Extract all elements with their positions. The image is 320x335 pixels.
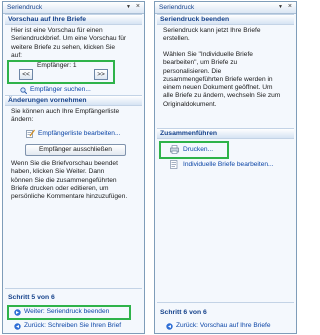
step-label: Schritt 5 von 6 — [8, 294, 55, 301]
next-recipient-button[interactable]: >> — [94, 69, 108, 80]
section-title-preview: Vorschau auf Ihre Briefe — [5, 14, 142, 25]
edit-individual-letters-link[interactable]: Individuelle Briefe bearbeiten... — [183, 161, 274, 168]
finish-description: Wenn Sie die Briefvorschau beendet haben… — [11, 160, 128, 201]
find-recipient-link[interactable]: Empfänger suchen... — [30, 86, 91, 93]
previous-recipient-button[interactable]: << — [19, 69, 33, 80]
close-icon[interactable]: × — [288, 3, 292, 10]
finish-intro: Seriendruck kann jetzt Ihre Briefe erste… — [163, 27, 261, 43]
changes-description: Sie können auch Ihre Empfängerliste ände… — [11, 108, 120, 124]
exclude-recipient-button[interactable]: Empfänger ausschließen — [25, 144, 126, 156]
preview-description: Hier ist eine Vorschau für einen Seriend… — [11, 27, 127, 59]
section-title-finish: Seriendruck beenden — [157, 14, 294, 25]
pane-header: Seriendruck ▼ × — [155, 2, 296, 14]
arrow-left-icon — [14, 323, 21, 332]
edit-recipient-list-icon — [26, 129, 35, 138]
printer-icon — [170, 145, 179, 156]
step-label: Schritt 6 von 6 — [160, 309, 207, 316]
close-icon[interactable]: × — [136, 3, 140, 10]
mail-merge-pane-step6: Seriendruck ▼ × Seriendruck beenden Seri… — [154, 1, 297, 334]
arrow-left-icon — [166, 323, 173, 332]
section-title-merge: Zusammenführen — [157, 128, 294, 139]
pane-title: Seriendruck — [7, 4, 43, 11]
find-recipient-icon — [20, 87, 28, 95]
previous-step-link[interactable]: Zurück: Vorschau auf Ihre Briefe — [176, 322, 271, 329]
pane-title: Seriendruck — [159, 4, 195, 11]
pane-menu-arrow-icon[interactable]: ▼ — [126, 4, 131, 10]
pane-header: Seriendruck ▼ × — [3, 2, 144, 14]
step-divider — [5, 288, 142, 289]
edit-recipient-list-link[interactable]: Empfängerliste bearbeiten... — [38, 130, 120, 137]
arrow-right-icon — [14, 309, 21, 318]
pane-menu-arrow-icon[interactable]: ▼ — [278, 4, 283, 10]
section-title-changes: Änderungen vornehmen — [5, 95, 142, 106]
recipient-label: Empfänger: 1 — [37, 62, 77, 69]
edit-letters-icon — [170, 160, 179, 171]
print-link[interactable]: Drucken... — [183, 146, 213, 153]
next-step-link[interactable]: Weiter: Seriendruck beenden — [24, 308, 109, 315]
mail-merge-pane-step5: Seriendruck ▼ × Vorschau auf Ihre Briefe… — [2, 1, 145, 334]
finish-description: Wählen Sie "Individuelle Briefe bearbeit… — [163, 51, 281, 108]
step-divider — [157, 302, 294, 303]
previous-step-link[interactable]: Zurück: Schreiben Sie Ihren Brief — [24, 322, 121, 329]
